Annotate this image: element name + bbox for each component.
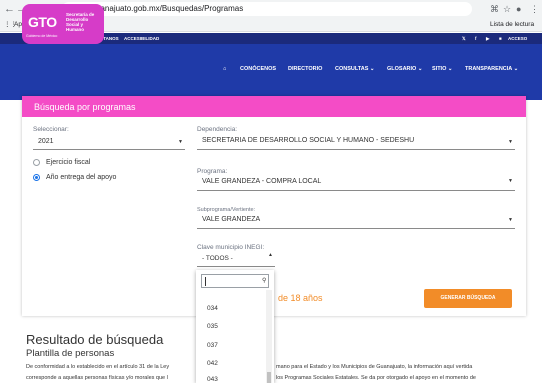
star-icon[interactable]: ☆ xyxy=(503,2,511,16)
twitter-icon[interactable]: 𝕏 xyxy=(462,34,466,43)
chevron-down-icon[interactable]: ▼ xyxy=(508,139,513,145)
dependencia-label: Dependencia: xyxy=(197,126,238,133)
topbar-accessibility[interactable]: ACCESIBILIDAD xyxy=(124,34,159,43)
dropdown-option[interactable]: 037 xyxy=(207,342,218,350)
nav-directorio[interactable]: DIRECTORIO xyxy=(288,65,322,73)
chevron-down-icon[interactable]: ▼ xyxy=(508,217,513,223)
card-title: Búsqueda por programas xyxy=(34,102,136,112)
dropdown-search-input[interactable] xyxy=(201,274,269,288)
nav-conocenos[interactable]: CONÓCENOS xyxy=(240,65,276,73)
programa-label: Programa: xyxy=(197,168,228,175)
radio-apoyo[interactable] xyxy=(33,174,40,181)
youtube-icon[interactable]: ▶ xyxy=(486,34,489,43)
dropdown-scrollbar-thumb[interactable] xyxy=(267,372,271,383)
logo[interactable]: GTO Secretaría de Desarrollo Social y Hu… xyxy=(22,4,104,44)
dropdown-option[interactable]: 043 xyxy=(207,376,218,383)
translate-icon[interactable]: ⌘ xyxy=(490,2,499,16)
year-select[interactable]: 2021 xyxy=(38,137,54,146)
results-paragraph-2b: los Programas Sociales Estatales. Se da … xyxy=(276,375,476,381)
page-root: ← → C ⌂ 🔒 peb.guanajuato.gob.mx/Busqueda… xyxy=(0,0,542,383)
radio-apoyo-label: Año entrega del apoyo xyxy=(46,174,117,181)
dropdown-option[interactable]: 034 xyxy=(207,305,218,313)
home-nav-icon[interactable]: ⌂ xyxy=(223,65,226,73)
municipio-underline xyxy=(197,266,275,267)
generate-search-label: GENERAR BÚSQUEDA xyxy=(440,295,496,301)
subprograma-underline xyxy=(197,228,515,229)
lock-access-icon: ■ xyxy=(499,36,502,41)
logo-text: GTO xyxy=(28,14,57,30)
logo-caption: Gobierno de México xyxy=(26,34,58,38)
logo-subtitle: Secretaría de Desarrollo Social y Humano xyxy=(66,12,95,32)
year-select-underline xyxy=(33,149,185,150)
address-bar[interactable]: 🔒 peb.guanajuato.gob.mx/Busquedas/Progra… xyxy=(62,2,472,16)
dropdown-option[interactable]: 042 xyxy=(207,360,218,368)
search-icon: ⚲ xyxy=(262,278,267,284)
profile-icon[interactable]: ● xyxy=(516,2,521,16)
topbar-access[interactable]: ACCESO xyxy=(508,34,527,43)
results-paragraph-1b: mano para el Estado y los Municipios de … xyxy=(276,364,473,370)
text-cursor xyxy=(205,277,206,286)
dependencia-underline xyxy=(197,149,515,150)
programa-underline xyxy=(197,190,515,191)
nav-glosario[interactable]: GLOSARIO ⌄ xyxy=(387,65,422,73)
generate-search-button[interactable]: GENERAR BÚSQUEDA xyxy=(424,289,512,308)
municipio-label: Clave municipio INEGI: xyxy=(197,244,265,251)
select-label: Seleccionar: xyxy=(33,126,69,133)
chevron-down-icon[interactable]: ▼ xyxy=(508,178,513,184)
nav-consultas[interactable]: CONSULTAS ⌄ xyxy=(335,65,375,73)
search-card xyxy=(22,96,526,316)
chevron-down-icon[interactable]: ▼ xyxy=(178,139,183,145)
programa-select[interactable]: VALE GRANDEZA - COMPRA LOCAL xyxy=(202,177,321,186)
reading-list[interactable]: Lista de lectura xyxy=(490,19,534,31)
nav-sitio[interactable]: SITIO ⌄ xyxy=(432,65,453,73)
results-paragraph-2a: corresponde a aquellas personas físicas … xyxy=(26,375,168,381)
subprograma-select[interactable]: VALE GRANDEZA xyxy=(202,215,260,224)
radio-fiscal-label: Ejercicio fiscal xyxy=(46,159,91,166)
chevron-up-icon[interactable]: ▲ xyxy=(268,252,273,258)
facebook-icon[interactable]: f xyxy=(475,34,477,43)
menu-icon[interactable]: ⋮ xyxy=(530,2,539,16)
age-text: de 18 años xyxy=(278,293,323,303)
radio-fiscal[interactable] xyxy=(33,159,40,166)
municipio-select[interactable]: - TODOS - xyxy=(202,254,233,263)
results-subtitle: Plantilla de personas xyxy=(26,348,115,359)
results-title: Resultado de búsqueda xyxy=(26,332,164,347)
nav-transparencia[interactable]: TRANSPARENCIA ⌄ xyxy=(465,65,518,73)
subprograma-label: Subprograma/Vertiente: xyxy=(197,207,256,213)
dependencia-select[interactable]: SECRETARIA DE DESARROLLO SOCIAL Y HUMANO… xyxy=(202,136,414,145)
dropdown-option[interactable]: 035 xyxy=(207,323,218,331)
results-paragraph-1a: De conformidad a lo establecido en el ar… xyxy=(26,364,170,370)
dropdown-scrollbar[interactable] xyxy=(266,290,272,383)
back-icon[interactable]: ← xyxy=(4,2,15,16)
